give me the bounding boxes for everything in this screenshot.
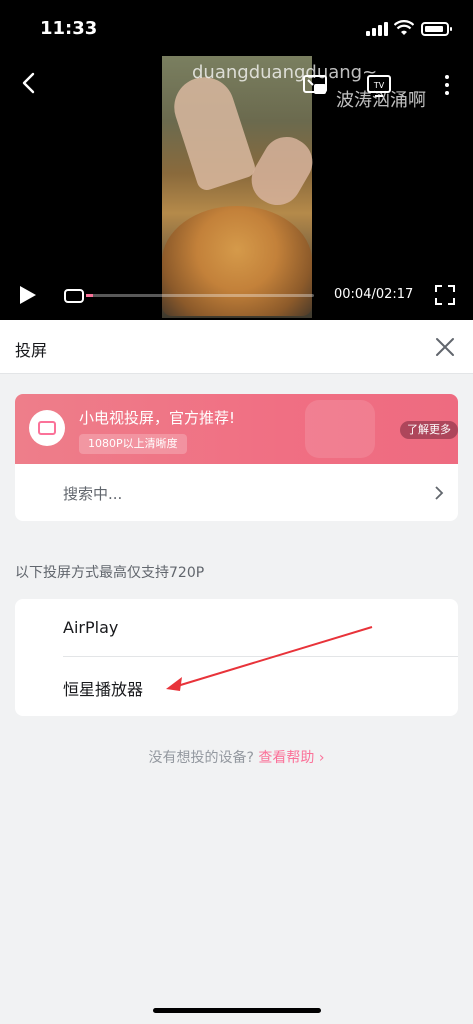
danmaku-toggle-icon[interactable] xyxy=(64,289,84,303)
promo-subtitle-badge: 1080P以上清晰度 xyxy=(79,434,187,454)
video-frame xyxy=(162,56,322,318)
searching-devices-row[interactable]: 搜索中... xyxy=(15,464,458,521)
video-watermark-text: duangduangduang~ xyxy=(192,62,378,83)
official-cast-card: 小电视投屏，官方推荐! 1080P以上清晰度 了解更多 搜索中... xyxy=(15,394,458,521)
promo-title: 小电视投屏，官方推荐! xyxy=(79,409,236,427)
video-content-hand xyxy=(242,128,322,214)
status-bar: 11:33 xyxy=(0,0,473,56)
banner-decoration xyxy=(305,400,375,458)
progress-fill xyxy=(86,294,93,297)
status-time: 11:33 xyxy=(40,18,98,39)
promo-banner[interactable]: 小电视投屏，官方推荐! 1080P以上清晰度 了解更多 xyxy=(15,394,458,464)
home-indicator[interactable] xyxy=(153,1008,321,1013)
back-icon[interactable] xyxy=(16,70,42,96)
help-link[interactable]: 查看帮助 › xyxy=(258,750,324,766)
learn-more-button[interactable]: 了解更多 xyxy=(400,421,458,439)
annotation-arrow xyxy=(166,626,373,691)
battery-icon xyxy=(421,22,452,36)
tv-cast-icon[interactable]: TV xyxy=(366,72,392,98)
video-player[interactable]: 11:33 duangduangduang~ 波涛汹涌啊 TV 00:04/02… xyxy=(0,0,473,320)
play-icon[interactable] xyxy=(16,284,38,306)
resolution-note: 以下投屏方式最高仅支持720P xyxy=(15,565,205,581)
more-options-icon[interactable] xyxy=(434,72,460,98)
pip-icon[interactable] xyxy=(302,72,328,98)
progress-bar[interactable] xyxy=(86,294,314,297)
video-time: 00:04/02:17 xyxy=(334,287,414,302)
cellular-signal-icon xyxy=(366,22,388,36)
cast-sheet-header: 投屏 xyxy=(0,320,473,374)
wifi-icon xyxy=(394,20,414,35)
device-label: AirPlay xyxy=(63,618,119,637)
svg-text:TV: TV xyxy=(373,81,385,90)
sheet-title: 投屏 xyxy=(15,341,48,360)
video-content-hand xyxy=(166,69,258,193)
chevron-right-icon xyxy=(435,486,444,500)
searching-label: 搜索中... xyxy=(63,485,123,503)
bilibili-tv-logo-icon xyxy=(29,410,65,446)
device-label: 恒星播放器 xyxy=(63,680,144,699)
close-icon[interactable] xyxy=(434,336,456,358)
video-content-basket xyxy=(162,206,312,316)
help-row: 没有想投的设备? 查看帮助 › xyxy=(0,747,473,767)
fullscreen-icon[interactable] xyxy=(434,284,456,306)
help-question: 没有想投的设备? xyxy=(148,750,254,766)
